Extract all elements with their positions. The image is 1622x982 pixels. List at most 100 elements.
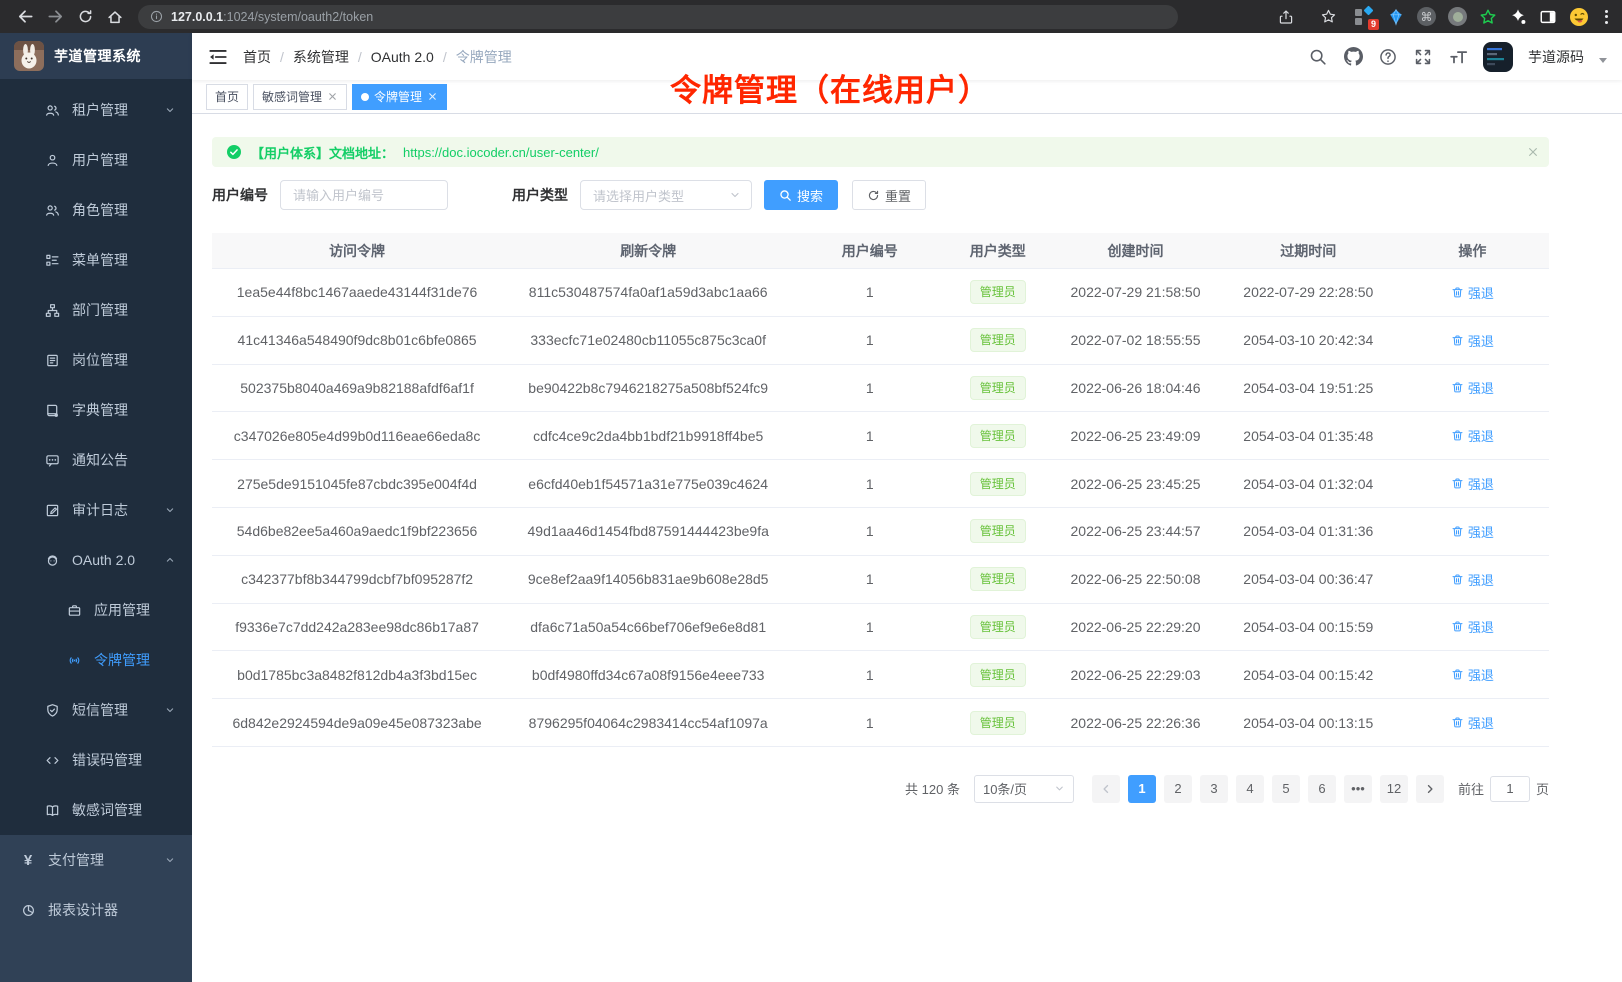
tab-sensitive-words[interactable]: 敏感词管理 (253, 84, 347, 110)
app-logo-bar[interactable]: 芋道管理系统 (0, 33, 192, 79)
more-pages-button[interactable]: ••• (1344, 775, 1372, 803)
force-logout-button[interactable]: 强退 (1451, 713, 1494, 732)
green-star-extension-icon[interactable] (1479, 8, 1497, 26)
page-size-select[interactable]: 10条/页 (974, 775, 1074, 803)
page-button-12[interactable]: 12 (1380, 775, 1408, 803)
expires-cell: 2054-03-04 19:51:25 (1221, 365, 1396, 412)
force-logout-button[interactable]: 强退 (1451, 378, 1494, 397)
badge-icon (44, 352, 60, 368)
access-token-cell: b0d1785bc3a8482f812db4a3f3bd15ec (212, 651, 502, 698)
sidebar-item-post-management[interactable]: 岗位管理 (0, 335, 192, 385)
address-bar[interactable]: 127.0.0.1:1024/system/oauth2/token (138, 5, 1178, 29)
force-logout-button[interactable]: 强退 (1451, 331, 1494, 350)
bookmark-star-icon[interactable] (1313, 4, 1343, 30)
sidebar-item-notice[interactable]: 通知公告 (0, 435, 192, 485)
sidebar-item-user-management[interactable]: 用户管理 (0, 135, 192, 185)
force-logout-button[interactable]: 强退 (1451, 283, 1494, 302)
chevron-down-icon (1054, 783, 1065, 794)
user-type-tag: 管理员 (970, 567, 1026, 591)
browser-home-icon[interactable] (100, 4, 130, 30)
goto-page-input[interactable] (1490, 776, 1530, 802)
share-icon[interactable] (1271, 4, 1301, 30)
sidebar-item-sensitive-words[interactable]: 敏感词管理 (0, 785, 192, 835)
page-button-3[interactable]: 3 (1200, 775, 1228, 803)
font-size-icon[interactable] (1448, 47, 1468, 67)
search-icon[interactable] (1308, 47, 1328, 67)
sidebar-item-dict-management[interactable]: 字典管理 (0, 385, 192, 435)
sidebar-item-tenant-management[interactable]: 租户管理 (0, 85, 192, 135)
next-page-button[interactable] (1416, 775, 1444, 803)
help-icon[interactable] (1378, 47, 1398, 67)
sidebar-item-report-designer[interactable]: 报表设计器 (0, 885, 192, 935)
trash-icon (1451, 620, 1464, 633)
force-logout-button[interactable]: 强退 (1451, 426, 1494, 445)
page-button-6[interactable]: 6 (1308, 775, 1336, 803)
url-host: 127.0.0.1 (171, 10, 223, 24)
prev-page-button[interactable] (1092, 775, 1120, 803)
browser-back-icon[interactable] (10, 4, 40, 30)
user-type-tag: 管理员 (970, 280, 1026, 304)
tab-token-management[interactable]: 令牌管理 (352, 84, 447, 110)
user-id-cell: 1 (794, 508, 945, 555)
app-title: 芋道管理系统 (54, 46, 141, 66)
expires-cell: 2022-07-29 22:28:50 (1221, 269, 1396, 316)
page-button-5[interactable]: 5 (1272, 775, 1300, 803)
sidebar: 芋道管理系统 租户管理 用户管理 角色管理 菜单管理 (0, 33, 192, 982)
profile-emoji-icon[interactable] (1569, 7, 1589, 27)
chevron-down-icon (164, 104, 176, 116)
gem-extension-icon[interactable] (1387, 8, 1405, 26)
force-logout-button[interactable]: 强退 (1451, 570, 1494, 589)
force-logout-button[interactable]: 强退 (1451, 522, 1494, 541)
recorder-extension-icon[interactable] (1448, 7, 1467, 26)
close-icon[interactable] (327, 91, 338, 102)
site-info-icon[interactable] (150, 10, 163, 23)
force-logout-button[interactable]: 强退 (1451, 665, 1494, 684)
browser-menu-icon[interactable] (1601, 10, 1612, 24)
command-extension-icon[interactable]: ⌘ (1417, 7, 1436, 26)
sidebar-item-menu-management[interactable]: 菜单管理 (0, 235, 192, 285)
sidebar-item-role-management[interactable]: 角色管理 (0, 185, 192, 235)
caret-down-icon[interactable] (1599, 58, 1607, 63)
access-token-cell: c347026e805e4d99b0d116eae66eda8c (212, 412, 502, 459)
fullscreen-icon[interactable] (1413, 47, 1433, 67)
sidebar-item-oauth2[interactable]: OAuth 2.0 (0, 535, 192, 585)
sidebar-item-dept-management[interactable]: 部门管理 (0, 285, 192, 335)
page-button-2[interactable]: 2 (1164, 775, 1192, 803)
sidebar-item-oauth2-token[interactable]: 令牌管理 (0, 635, 192, 685)
breadcrumb-home[interactable]: 首页 (243, 47, 271, 67)
side-panel-icon[interactable] (1539, 8, 1557, 26)
doc-link[interactable]: https://doc.iocoder.cn/user-center/ (403, 145, 599, 160)
tab-home[interactable]: 首页 (206, 84, 248, 110)
user-id-input[interactable] (280, 180, 448, 210)
dictionary-icon (44, 402, 60, 418)
white-burst-extension-icon[interactable] (1509, 8, 1527, 26)
alert-close-icon[interactable] (1527, 146, 1539, 158)
sidebar-item-oauth2-app[interactable]: 应用管理 (0, 585, 192, 635)
sidebar-item-sms-management[interactable]: 短信管理 (0, 685, 192, 735)
sidebar-collapse-icon[interactable] (207, 46, 229, 68)
page-button-4[interactable]: 4 (1236, 775, 1264, 803)
browser-forward-icon[interactable] (40, 4, 70, 30)
page-button-1[interactable]: 1 (1128, 775, 1156, 803)
force-logout-button[interactable]: 强退 (1451, 617, 1494, 636)
sidebar-item-audit-log[interactable]: 审计日志 (0, 485, 192, 535)
force-logout-button[interactable]: 强退 (1451, 474, 1494, 493)
chevron-down-icon (164, 704, 176, 716)
user-avatar[interactable] (1483, 42, 1513, 72)
created-cell: 2022-06-25 23:49:09 (1050, 412, 1220, 459)
username[interactable]: 芋道源码 (1528, 47, 1584, 67)
github-icon[interactable] (1343, 47, 1363, 67)
sidebar-item-error-code[interactable]: 错误码管理 (0, 735, 192, 785)
breadcrumb-system[interactable]: 系统管理 (293, 47, 349, 67)
sidebar-item-pay-management[interactable]: ¥ 支付管理 (0, 835, 192, 885)
url-text: 127.0.0.1:1024/system/oauth2/token (171, 8, 373, 26)
user-type-select[interactable]: 请选择用户类型 (580, 180, 752, 210)
col-access-token: 访问令牌 (212, 233, 502, 268)
breadcrumb-oauth2[interactable]: OAuth 2.0 (371, 49, 434, 65)
adblock-extension-icon[interactable]: 9 (1355, 7, 1375, 27)
browser-reload-icon[interactable] (70, 4, 100, 30)
close-icon[interactable] (427, 91, 438, 102)
search-button[interactable]: 搜索 (764, 180, 838, 210)
reset-button[interactable]: 重置 (852, 180, 926, 210)
user-icon (44, 152, 60, 168)
